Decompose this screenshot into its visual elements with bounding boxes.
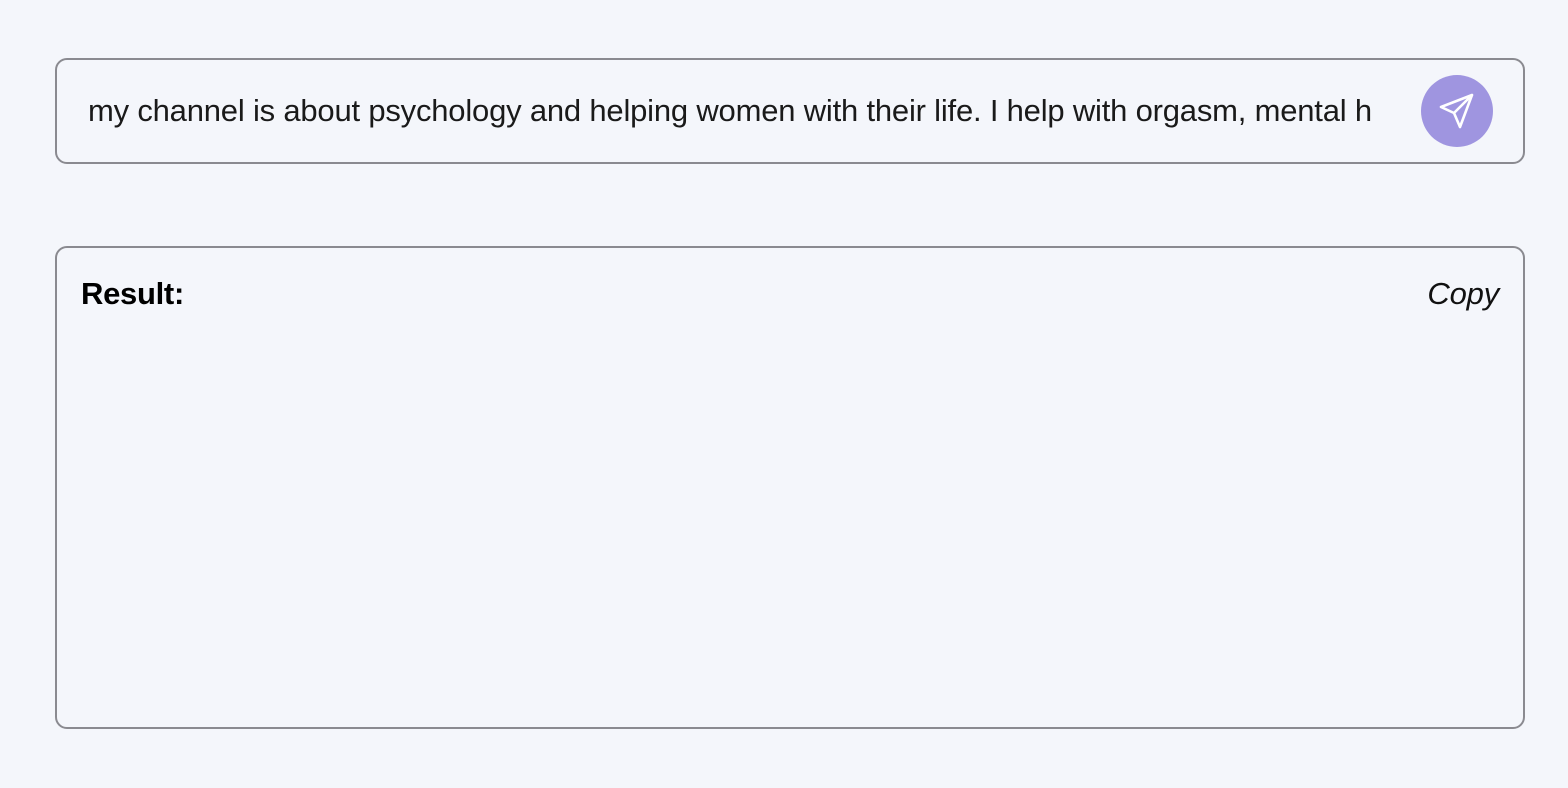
result-label: Result: (81, 276, 184, 311)
copy-button[interactable]: Copy (1427, 276, 1499, 312)
prompt-input[interactable]: my channel is about psychology and helpi… (88, 60, 1390, 162)
result-panel: Result: Copy (55, 246, 1525, 729)
prompt-input-box[interactable]: my channel is about psychology and helpi… (55, 58, 1525, 164)
send-button[interactable] (1421, 75, 1493, 147)
result-content (81, 338, 1499, 707)
send-paper-plane-icon (1439, 93, 1474, 129)
